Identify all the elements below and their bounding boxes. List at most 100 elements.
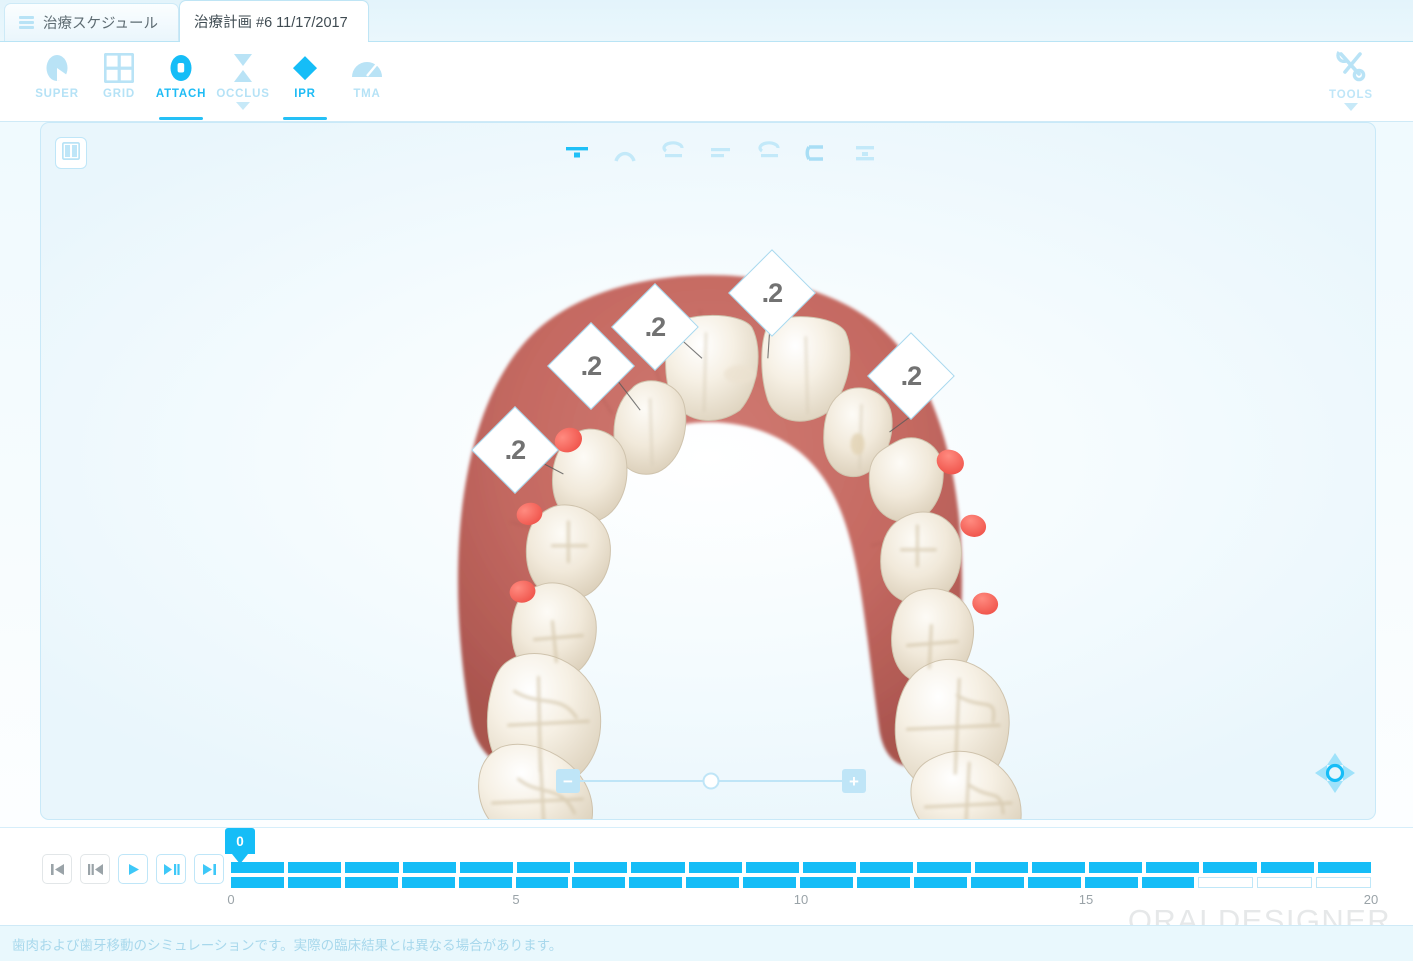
footer-bar: 歯肉および歯牙移動のシミュレーションです。実際の臨床結果とは異なる場合があります… [0, 925, 1413, 961]
zoom-slider-knob[interactable] [702, 772, 720, 790]
timeline-segment-upper[interactable] [745, 862, 800, 873]
play-button[interactable] [118, 854, 148, 884]
timeline-segment-lower[interactable] [970, 877, 1024, 888]
zoom-in-button[interactable]: + [842, 769, 866, 793]
timeline-segment-lower[interactable] [401, 877, 455, 888]
timeline-segment-lower[interactable] [743, 877, 797, 888]
timeline-segment-lower[interactable] [515, 877, 569, 888]
timeline-segment-upper[interactable] [803, 862, 857, 873]
tool-active-underline [283, 117, 327, 120]
timeline-segment-lower[interactable] [629, 877, 683, 888]
tool-ipr[interactable]: IPR [274, 42, 336, 122]
tool-group: SUPER GRID ATTACH OCCLUS IPR TMA [26, 42, 398, 122]
tool-attach[interactable]: ATTACH [150, 42, 212, 122]
timeline-segment-upper[interactable] [631, 862, 685, 873]
tools-menu[interactable]: TOOLS [1315, 48, 1387, 111]
timeline-segment-lower[interactable] [1198, 877, 1254, 888]
skip-to-start-icon [50, 863, 64, 875]
skip-to-end-icon [202, 863, 216, 875]
timeline-segment-lower[interactable] [458, 877, 512, 888]
timeline-row-upper[interactable] [231, 862, 1372, 873]
play-pause-button[interactable] [156, 854, 186, 884]
tab-treatment-plan[interactable]: 治療計画 #6 11/17/2017 [178, 0, 369, 42]
timeline-segment-lower[interactable] [800, 877, 853, 888]
tool-grid[interactable]: GRID [88, 42, 150, 122]
tool-label: GRID [103, 88, 135, 100]
tool-label: IPR [294, 88, 316, 100]
step-back-icon [87, 863, 103, 875]
timeline-segment-lower[interactable] [856, 877, 910, 888]
model-viewport[interactable]: .2 .2 .2 .2 .2 − + [40, 122, 1376, 820]
ipr-value: .2 [580, 350, 602, 381]
timeline-segment-lower[interactable] [1257, 877, 1313, 888]
timeline-segment-upper[interactable] [574, 862, 628, 873]
timeline-segment-upper[interactable] [974, 862, 1028, 873]
ipr-value: .2 [900, 360, 922, 391]
timeline-segment-lower[interactable] [1027, 877, 1081, 888]
wrench-screwdriver-icon [1333, 48, 1369, 87]
occlusion-icon [223, 51, 263, 85]
tool-active-underline [159, 117, 203, 120]
transport-controls [42, 854, 224, 884]
timeline-segment-upper[interactable] [688, 862, 742, 873]
timeline-segment-lower[interactable] [913, 877, 967, 888]
timeline-segment-upper[interactable] [1089, 862, 1143, 873]
timeline-segment-upper[interactable] [459, 862, 514, 873]
timeline-segment-upper[interactable] [917, 862, 971, 873]
tool-label: TMA [353, 88, 381, 100]
timeline-tick-label: 10 [793, 892, 809, 907]
timeline-track-area[interactable]: 0 0 5 10 15 20 [225, 828, 1378, 926]
timeline-segment-upper[interactable] [231, 862, 285, 873]
timeline-row-lower[interactable] [231, 877, 1372, 888]
timeline-segment-upper[interactable] [402, 862, 456, 873]
play-pause-icon [163, 863, 180, 875]
timeline-panel: 0 0 5 10 15 20 [0, 827, 1413, 925]
zoom-slider[interactable]: − + [556, 769, 866, 793]
timeline-segment-lower[interactable] [287, 877, 341, 888]
timeline-segment-upper[interactable] [860, 862, 914, 873]
ipr-value: .2 [644, 311, 666, 342]
timeline-tick-label: 15 [1078, 892, 1094, 907]
timeline-segment-upper[interactable] [1317, 862, 1372, 873]
timeline-segment-upper[interactable] [345, 862, 399, 873]
chevron-down-icon[interactable] [236, 102, 250, 110]
timeline-tick-label: 20 [1363, 892, 1379, 907]
timeline-segment-lower[interactable] [1316, 877, 1372, 888]
timeline-tick-label: 5 [512, 892, 520, 907]
timeline-segment-upper[interactable] [517, 862, 571, 873]
timeline-segment-upper[interactable] [1260, 862, 1314, 873]
timeline-ruler: 0 5 10 15 20 [227, 892, 1378, 910]
tool-tma[interactable]: TMA [336, 42, 398, 122]
toolbar: SUPER GRID ATTACH OCCLUS IPR TMA TOOLS [0, 42, 1413, 122]
timeline-cursor[interactable]: 0 [225, 828, 255, 854]
tools-label: TOOLS [1329, 89, 1373, 101]
tool-super[interactable]: SUPER [26, 42, 88, 122]
ipr-value: .2 [504, 434, 526, 465]
timeline-segment-lower[interactable] [1141, 877, 1195, 888]
orbit-navigation-widget[interactable] [1311, 749, 1359, 797]
timeline-segment-upper[interactable] [1031, 862, 1086, 873]
timeline-segment-upper[interactable] [1203, 862, 1257, 873]
timeline-cursor-value: 0 [236, 833, 244, 849]
timeline-segment-upper[interactable] [288, 862, 342, 873]
tool-label: SUPER [35, 88, 79, 100]
timeline-rows [231, 862, 1372, 892]
timeline-segment-lower[interactable] [572, 877, 626, 888]
timeline-segment-lower[interactable] [686, 877, 740, 888]
skip-to-end-button[interactable] [194, 854, 224, 884]
tab-label: 治療スケジュール [43, 16, 158, 32]
skip-to-start-button[interactable] [42, 854, 72, 884]
chevron-down-icon[interactable] [1344, 103, 1358, 111]
dental-arch-model[interactable] [41, 123, 1375, 819]
timeline-segment-lower[interactable] [1084, 877, 1138, 888]
attachment-icon [161, 51, 201, 85]
step-back-button[interactable] [80, 854, 110, 884]
timeline-segment-lower[interactable] [344, 877, 398, 888]
tab-bar: 治療スケジュール 治療計画 #6 11/17/2017 [0, 0, 1413, 42]
tab-treatment-schedule[interactable]: 治療スケジュール [4, 3, 179, 41]
zoom-out-button[interactable]: − [556, 769, 580, 793]
tool-occlus[interactable]: OCCLUS [212, 42, 274, 122]
zoom-slider-track[interactable] [580, 772, 842, 790]
timeline-segment-lower[interactable] [231, 877, 284, 888]
timeline-segment-upper[interactable] [1146, 862, 1200, 873]
